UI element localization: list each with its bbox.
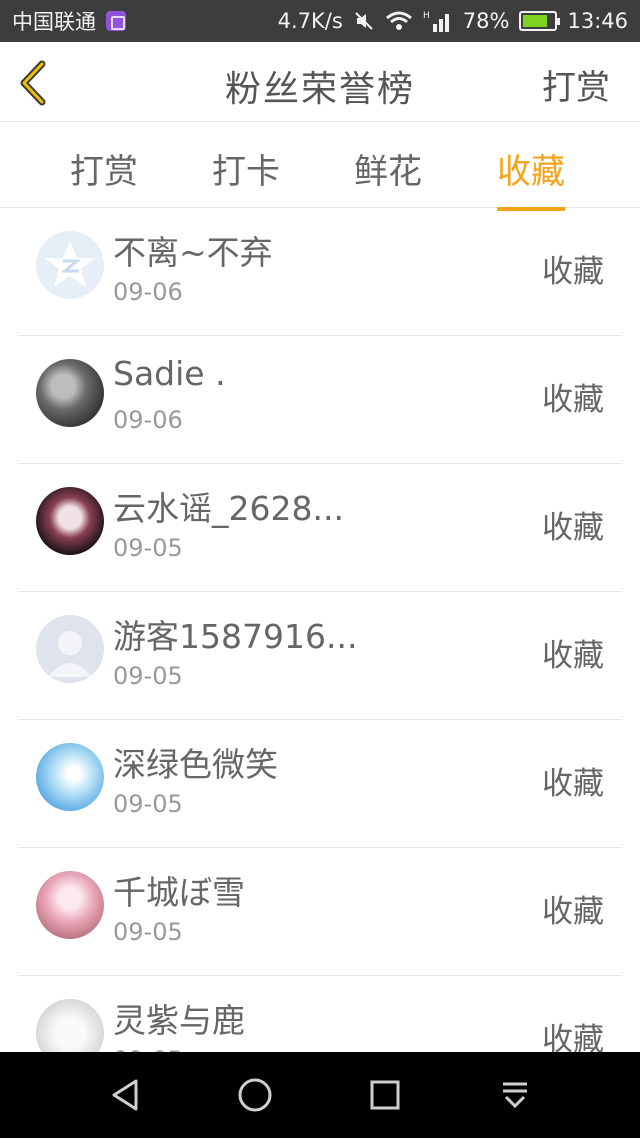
user-name: 不离~不弃 bbox=[113, 233, 273, 272]
list-item[interactable]: 游客1587916... 09-05 收藏 bbox=[18, 592, 622, 720]
list-item[interactable]: 千城ぼ雪 09-05 收藏 bbox=[18, 848, 622, 976]
item-date: 09-05 bbox=[113, 662, 183, 690]
avatar bbox=[36, 871, 104, 939]
user-name: 云水谣_2628... bbox=[113, 489, 344, 528]
battery-percent: 78% bbox=[462, 9, 510, 33]
tab-favorites-label: 收藏 bbox=[497, 152, 565, 192]
wifi-icon bbox=[385, 10, 413, 32]
reward-button[interactable]: 打赏 bbox=[542, 60, 610, 109]
notification-pulldown-icon bbox=[503, 1082, 527, 1109]
avatar bbox=[36, 359, 104, 427]
item-date: 09-06 bbox=[113, 406, 183, 434]
user-name: Sadie . bbox=[113, 354, 226, 393]
header: 粉丝荣誉榜 打赏 bbox=[0, 42, 640, 122]
favorites-list: 不离~不弃 09-06 收藏 Sadie . 09-06 收藏 云水谣_2628… bbox=[0, 208, 640, 1052]
item-action-label: 收藏 bbox=[542, 638, 604, 674]
status-right: 4.7K/s H 78% 13:46 bbox=[278, 9, 628, 33]
user-name: 千城ぼ雪 bbox=[113, 873, 245, 912]
status-bar: 中国联通 4.7K/s H 78% 13:46 bbox=[0, 0, 640, 42]
item-date: 09-06 bbox=[113, 278, 183, 306]
svg-text:H: H bbox=[423, 11, 430, 21]
list-item[interactable]: 灵紫与鹿 09-05 收藏 bbox=[18, 976, 622, 1052]
item-date: 09-05 bbox=[113, 918, 183, 946]
item-date: 09-05 bbox=[113, 534, 183, 562]
mute-icon bbox=[353, 10, 375, 32]
recents-square-icon bbox=[370, 1080, 400, 1110]
navigation-bar bbox=[0, 1052, 640, 1138]
nav-recents-button[interactable] bbox=[355, 1065, 415, 1125]
tab-checkin[interactable]: 打卡 bbox=[212, 144, 280, 193]
item-action-label: 收藏 bbox=[542, 382, 604, 418]
item-action-label: 收藏 bbox=[542, 254, 604, 290]
user-name: 游客1587916... bbox=[113, 617, 358, 656]
default-user-icon bbox=[48, 631, 92, 677]
item-action-label: 收藏 bbox=[542, 766, 604, 802]
list-item[interactable]: 云水谣_2628... 09-05 收藏 bbox=[18, 464, 622, 592]
star-avatar-icon bbox=[45, 241, 95, 287]
avatar bbox=[36, 615, 104, 683]
tab-reward[interactable]: 打赏 bbox=[70, 144, 138, 193]
avatar bbox=[36, 999, 104, 1052]
tab-favorites[interactable]: 收藏 bbox=[497, 144, 565, 211]
item-action-label: 收藏 bbox=[542, 1022, 604, 1052]
item-action-label: 收藏 bbox=[542, 894, 604, 930]
tab-bar: 打赏 打卡 鲜花 收藏 bbox=[0, 122, 640, 211]
nav-back-button[interactable] bbox=[95, 1065, 155, 1125]
user-name: 灵紫与鹿 bbox=[113, 1001, 245, 1040]
signal-icon: H bbox=[423, 10, 453, 32]
user-name: 深绿色微笑 bbox=[113, 745, 278, 784]
nav-notification-button[interactable] bbox=[485, 1065, 545, 1125]
list-item[interactable]: 深绿色微笑 09-05 收藏 bbox=[18, 720, 622, 848]
network-speed: 4.7K/s bbox=[277, 9, 343, 33]
battery-icon bbox=[519, 11, 561, 31]
clock: 13:46 bbox=[567, 9, 628, 33]
item-date: 09-05 bbox=[113, 790, 183, 818]
nav-home-button[interactable] bbox=[225, 1065, 285, 1125]
status-left: 中国联通 bbox=[12, 6, 126, 36]
carrier-name: 中国联通 bbox=[12, 10, 96, 34]
list-item[interactable]: Sadie . 09-06 收藏 bbox=[18, 336, 622, 464]
list-item[interactable]: 不离~不弃 09-06 收藏 bbox=[18, 208, 622, 336]
app-notification-icon bbox=[106, 11, 126, 31]
battery-fill bbox=[523, 15, 547, 27]
avatar bbox=[36, 743, 104, 811]
tab-flowers[interactable]: 鲜花 bbox=[354, 144, 422, 193]
avatar bbox=[36, 487, 104, 555]
avatar bbox=[36, 231, 104, 299]
home-circle-icon bbox=[238, 1078, 272, 1112]
item-action-label: 收藏 bbox=[542, 510, 604, 546]
back-triangle-icon bbox=[112, 1079, 138, 1111]
